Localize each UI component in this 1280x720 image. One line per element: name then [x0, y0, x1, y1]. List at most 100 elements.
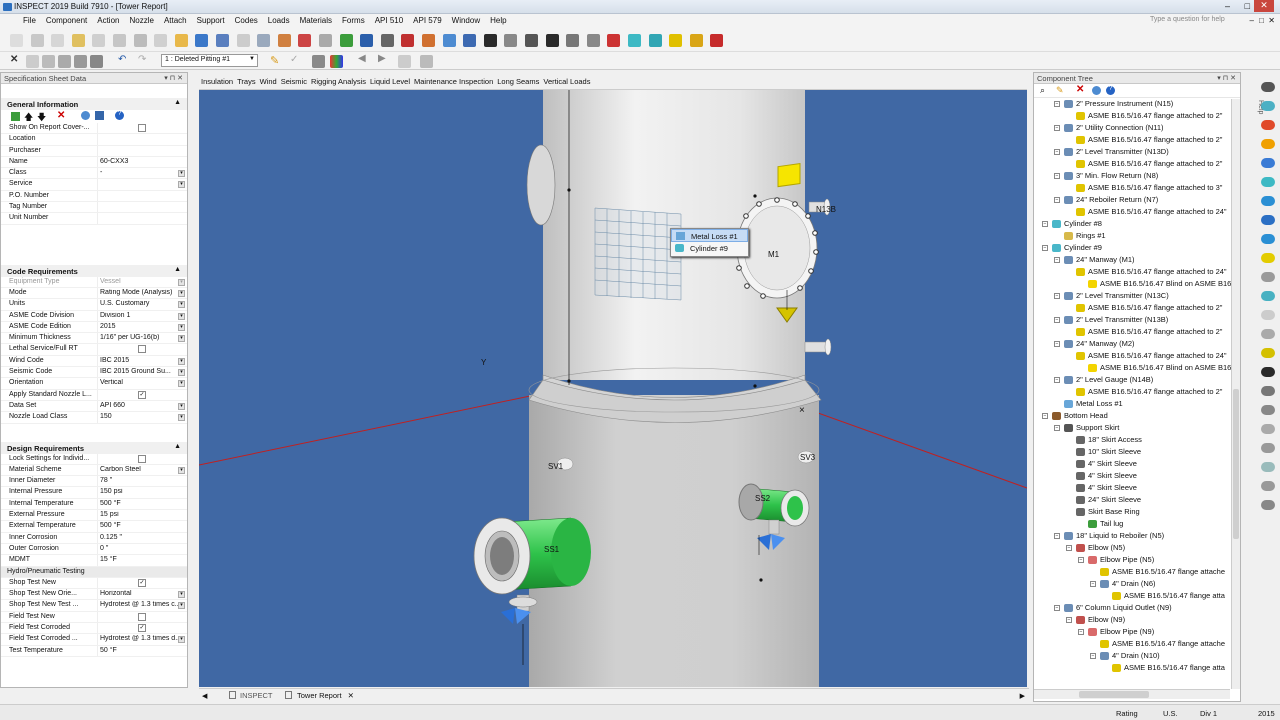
property-value[interactable]: Vertical: [100, 379, 178, 386]
tree-item[interactable]: ASME B16.5/16.47 Blind on ASME B16: [1034, 278, 1240, 290]
property-row[interactable]: Orientation Vertical ▾: [1, 378, 187, 390]
expand-toggle-icon[interactable]: −: [1054, 377, 1060, 383]
chevron-down-icon[interactable]: ▾: [178, 312, 185, 320]
help-icon[interactable]: ?: [1106, 86, 1115, 95]
property-value[interactable]: 500 °F: [100, 500, 178, 507]
menu-api579[interactable]: API 579: [408, 14, 446, 27]
menu-loads[interactable]: Loads: [263, 14, 295, 27]
edit-icon[interactable]: ✎: [1056, 85, 1064, 96]
chevron-down-icon[interactable]: ▾: [178, 170, 185, 178]
property-row[interactable]: External Temperature 500 °F: [1, 521, 187, 533]
property-value[interactable]: API 660: [100, 402, 178, 409]
tree-item[interactable]: Metal Loss #1: [1034, 398, 1240, 410]
doc-tab-tower-report[interactable]: Tower Report ✕: [285, 691, 354, 700]
move-icon[interactable]: [360, 34, 374, 47]
property-value[interactable]: 2015: [100, 323, 178, 330]
axes-icon[interactable]: [586, 34, 600, 47]
property-row[interactable]: Location: [1, 134, 187, 146]
tree-item[interactable]: − Elbow Pipe (N9): [1034, 626, 1240, 638]
property-value[interactable]: IBC 2015 Ground Su...: [100, 368, 178, 375]
property-row[interactable]: Service ▾: [1, 179, 187, 191]
property-row[interactable]: Field Test Corroded ... Hydrotest @ 1.3 t…: [1, 634, 187, 646]
metal-loss-grid[interactable]: [594, 207, 682, 301]
property-checkbox[interactable]: [138, 345, 146, 354]
component-tool-icon[interactable]: [1261, 82, 1275, 92]
tree-item[interactable]: − 24" Manway (M2): [1034, 338, 1240, 350]
component-tool-icon[interactable]: [1261, 348, 1275, 358]
flange-icon[interactable]: [669, 34, 683, 47]
help-search-input[interactable]: Type a question for help: [1150, 16, 1240, 27]
mdi-restore-button[interactable]: □: [1259, 16, 1264, 25]
delete-icon[interactable]: ✕: [57, 110, 65, 121]
select-arrow-icon[interactable]: [26, 55, 39, 68]
tree-item[interactable]: ASME B16.5/16.47 flange attached to 2": [1034, 302, 1240, 314]
context-item-metal-loss[interactable]: Metal Loss #1: [671, 229, 748, 242]
expand-toggle-icon[interactable]: −: [1054, 257, 1060, 263]
property-value[interactable]: 50 °F: [100, 647, 178, 654]
property-row[interactable]: Shop Test New Test ... Hydrotest @ 1.3 ti…: [1, 600, 187, 612]
property-row[interactable]: Field Test Corroded ✓: [1, 622, 187, 635]
property-row[interactable]: Data Set API 660 ▾: [1, 400, 187, 413]
expand-toggle-icon[interactable]: −: [1054, 293, 1060, 299]
head-icon[interactable]: [710, 34, 724, 47]
pan-icon[interactable]: [442, 34, 456, 47]
tree-item[interactable]: − 2" Level Transmitter (N13C): [1034, 290, 1240, 302]
view-tab[interactable]: Insulation: [201, 77, 233, 86]
menu-codes[interactable]: Codes: [230, 14, 263, 27]
select-icon[interactable]: [463, 34, 477, 47]
component-tool-icon[interactable]: [1261, 253, 1275, 263]
menu-file[interactable]: File: [18, 14, 41, 27]
move-icon[interactable]: [42, 55, 55, 68]
property-row[interactable]: Show On Report Cover-...: [1, 123, 187, 135]
chevron-down-icon[interactable]: ▾: [178, 301, 185, 309]
property-row[interactable]: ASME Code Edition 2015 ▾: [1, 321, 187, 334]
expand-toggle-icon[interactable]: −: [1078, 557, 1084, 563]
tree-item[interactable]: − 24" Reboiler Return (N7): [1034, 194, 1240, 206]
zoom-icon[interactable]: [380, 34, 394, 47]
chevron-down-icon[interactable]: ▾: [178, 466, 185, 474]
expand-toggle-icon[interactable]: −: [1054, 605, 1060, 611]
component-tool-icon[interactable]: [1261, 481, 1275, 491]
tree-item[interactable]: ASME B16.5/16.47 Blind on ASME B16: [1034, 362, 1240, 374]
property-value[interactable]: Division 1: [100, 312, 178, 319]
property-row[interactable]: Class - ▾: [1, 168, 187, 180]
save-all-icon[interactable]: [216, 34, 229, 47]
property-value[interactable]: 15 °F: [100, 556, 178, 563]
property-checkbox[interactable]: [138, 612, 146, 621]
scroll-right-icon[interactable]: ▶: [1020, 692, 1025, 700]
property-row[interactable]: Material Scheme Carbon Steel ▾: [1, 464, 187, 477]
tree-item[interactable]: 4" Skirt Sleeve: [1034, 458, 1240, 470]
pipe-icon[interactable]: [566, 34, 580, 47]
property-value[interactable]: 150: [100, 413, 178, 420]
expand-toggle-icon[interactable]: −: [1054, 317, 1060, 323]
property-value[interactable]: 15 psi: [100, 511, 178, 518]
tree-item[interactable]: − 4" Drain (N10): [1034, 650, 1240, 662]
expand-toggle-icon[interactable]: −: [1042, 245, 1048, 251]
stamp-icon[interactable]: [58, 55, 71, 68]
component-tool-icon[interactable]: [1261, 500, 1275, 510]
expand-toggle-icon[interactable]: −: [1054, 425, 1060, 431]
property-row[interactable]: MDMT 15 °F: [1, 555, 187, 567]
collapse-icon[interactable]: ▲: [174, 266, 181, 273]
tree-item[interactable]: ASME B16.5/16.47 flange attached to 2": [1034, 158, 1240, 170]
view-tab[interactable]: Trays: [237, 77, 255, 86]
tree-item[interactable]: − 2" Level Gauge (N14B): [1034, 374, 1240, 386]
rotate-icon[interactable]: [422, 34, 435, 47]
tree-item[interactable]: 4" Skirt Sleeve: [1034, 470, 1240, 482]
property-value[interactable]: 0 ": [100, 545, 178, 552]
tree-item[interactable]: − Bottom Head: [1034, 410, 1240, 422]
tree-item[interactable]: 24" Skirt Sleeve: [1034, 494, 1240, 506]
expand-toggle-icon[interactable]: −: [1078, 629, 1084, 635]
refresh-icon[interactable]: [81, 111, 90, 120]
chevron-down-icon[interactable]: ▾: [178, 323, 185, 331]
wrench-icon[interactable]: [71, 34, 85, 47]
property-row[interactable]: Lethal Service/Full RT: [1, 344, 187, 356]
tree-item[interactable]: ASME B16.5/16.47 flange attached to 2": [1034, 134, 1240, 146]
tree-item[interactable]: − 6" Column Liquid Outlet (N9): [1034, 602, 1240, 614]
component-tool-icon[interactable]: [1261, 215, 1275, 225]
target-icon[interactable]: [504, 34, 518, 47]
menu-attach[interactable]: Attach: [159, 14, 192, 27]
tree-item[interactable]: 18" Skirt Access: [1034, 434, 1240, 446]
tree-item[interactable]: 4" Skirt Sleeve: [1034, 482, 1240, 494]
tree-item[interactable]: − 24" Manway (M1): [1034, 254, 1240, 266]
